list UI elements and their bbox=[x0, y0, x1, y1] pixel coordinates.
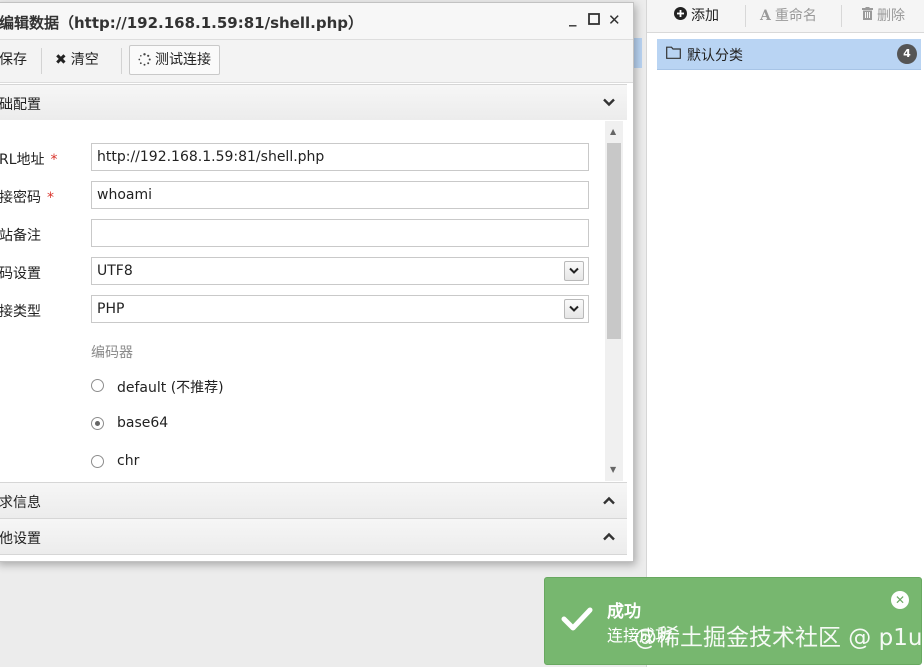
toolbar-divider bbox=[121, 48, 122, 74]
section-request-label: 求信息 bbox=[0, 495, 41, 511]
category-item-default[interactable]: 默认分类 4 bbox=[657, 39, 921, 70]
spinner-icon bbox=[138, 48, 151, 76]
required-mark: * bbox=[50, 152, 58, 168]
delete-category-button[interactable]: 删除 bbox=[862, 6, 905, 26]
chevron-up-icon[interactable] bbox=[603, 493, 615, 509]
x-icon: ✖ bbox=[55, 52, 67, 68]
connection-type-value: PHP bbox=[97, 301, 125, 317]
scroll-up-icon[interactable]: ▲ bbox=[610, 127, 616, 136]
chevron-down-icon[interactable] bbox=[564, 299, 584, 319]
rename-category-label: 重命名 bbox=[774, 8, 817, 24]
section-other-settings[interactable]: 他设置 bbox=[0, 518, 627, 555]
encoding-label: 码设置 bbox=[0, 266, 41, 282]
category-label: 默认分类 bbox=[687, 48, 743, 64]
category-toolbar: 添加 A 重命名 删除 bbox=[647, 0, 924, 33]
password-input[interactable]: whoami bbox=[91, 181, 589, 209]
note-input[interactable] bbox=[91, 219, 589, 247]
watermark-text: @稀土掘金技术社区 @ p1u9In bbox=[634, 625, 924, 651]
scroll-thumb[interactable] bbox=[607, 143, 621, 339]
section-basic-label: 础配置 bbox=[0, 97, 41, 113]
scroll-down-icon[interactable]: ▼ bbox=[610, 465, 616, 474]
section-basic-config[interactable]: 础配置 bbox=[0, 84, 627, 121]
form-scrollbar[interactable]: ▲ ▼ bbox=[605, 121, 623, 481]
section-request-info[interactable]: 求信息 bbox=[0, 482, 627, 519]
encoder-option-label: chr bbox=[117, 453, 140, 469]
add-category-button[interactable]: 添加 bbox=[674, 6, 719, 26]
chevron-down-icon[interactable] bbox=[564, 261, 584, 281]
radio-button-selected[interactable] bbox=[91, 417, 104, 430]
type-label: 接类型 bbox=[0, 304, 41, 320]
maximize-icon[interactable] bbox=[588, 11, 600, 29]
toolbar-divider bbox=[41, 48, 42, 74]
toast-close-icon[interactable]: ✕ bbox=[891, 591, 909, 609]
required-mark: * bbox=[47, 190, 54, 206]
radio-button[interactable] bbox=[91, 455, 104, 468]
folder-icon bbox=[666, 46, 681, 63]
close-icon[interactable]: ✕ bbox=[608, 11, 621, 29]
plus-circle-icon bbox=[674, 6, 687, 26]
url-input[interactable]: http://192.168.1.59:81/shell.php bbox=[91, 143, 589, 171]
encoder-option-label: default (不推荐) bbox=[117, 380, 224, 396]
test-connection-button[interactable]: 测试连接 bbox=[129, 45, 220, 75]
encoding-select[interactable]: UTF8 bbox=[91, 257, 589, 285]
edit-data-dialog: 编辑数据（http://192.168.1.59:81/shell.php） _… bbox=[0, 2, 634, 562]
note-label: 站备注 bbox=[0, 228, 41, 244]
test-connection-label: 测试连接 bbox=[155, 52, 211, 68]
save-label: 保存 bbox=[0, 52, 27, 68]
add-category-label: 添加 bbox=[691, 8, 719, 24]
radio-button[interactable] bbox=[91, 379, 104, 392]
chevron-up-icon[interactable] bbox=[603, 529, 615, 545]
encoder-option-label: base64 bbox=[117, 415, 169, 431]
chevron-down-icon[interactable] bbox=[603, 95, 615, 111]
checkmark-icon bbox=[561, 606, 593, 636]
minimize-icon[interactable]: _ bbox=[569, 9, 577, 27]
encoder-title: 编码器 bbox=[91, 345, 133, 361]
toolbar-divider bbox=[745, 5, 746, 27]
url-label: RL地址 * bbox=[0, 152, 58, 168]
trash-icon bbox=[862, 6, 873, 26]
category-count-badge: 4 bbox=[897, 44, 917, 64]
delete-category-label: 删除 bbox=[877, 8, 905, 24]
dialog-toolbar: 保存 ✖ 清空 测试连接 bbox=[0, 40, 633, 83]
password-label: 接密码 * bbox=[0, 190, 54, 206]
toolbar-divider bbox=[841, 5, 842, 27]
dialog-title: 编辑数据（http://192.168.1.59:81/shell.php） bbox=[0, 14, 364, 32]
clear-button[interactable]: ✖ 清空 bbox=[55, 46, 99, 74]
connection-type-select[interactable]: PHP bbox=[91, 295, 589, 323]
rename-category-button[interactable]: A 重命名 bbox=[760, 6, 817, 26]
basic-config-form: RL地址 * http://192.168.1.59:81/shell.php 接… bbox=[0, 120, 627, 482]
clear-label: 清空 bbox=[70, 52, 99, 68]
encoding-value: UTF8 bbox=[97, 263, 133, 279]
section-other-label: 他设置 bbox=[0, 531, 41, 547]
dialog-titlebar[interactable]: 编辑数据（http://192.168.1.59:81/shell.php） _… bbox=[0, 3, 633, 40]
save-button[interactable]: 保存 bbox=[0, 46, 27, 74]
category-panel: 添加 A 重命名 删除 默认分类 4 bbox=[646, 0, 924, 667]
font-a-icon: A bbox=[760, 8, 771, 24]
